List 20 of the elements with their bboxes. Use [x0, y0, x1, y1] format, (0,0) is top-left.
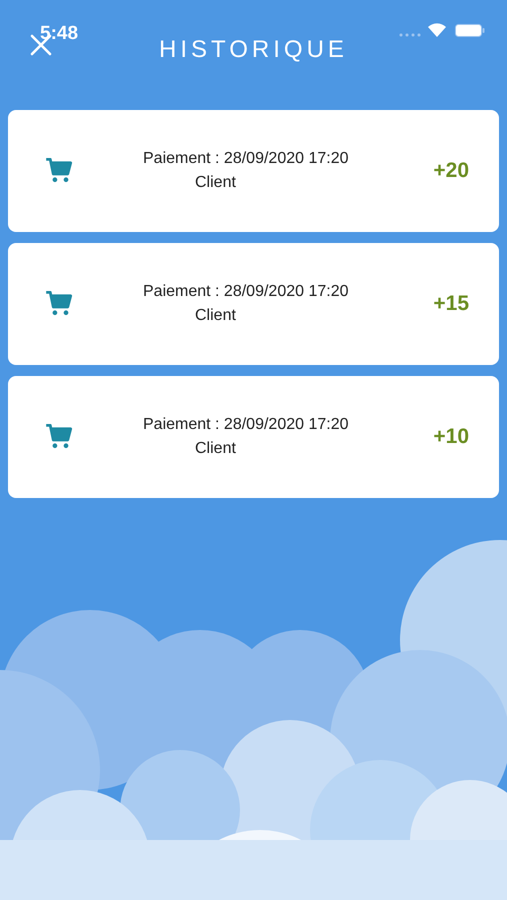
cart-icon	[45, 291, 73, 317]
transaction-amount: +10	[433, 424, 469, 450]
transaction-label: Paiement : 28/09/2020 17:20	[143, 149, 348, 169]
transaction-card[interactable]: Paiement : 28/09/2020 17:20 Client +20	[8, 110, 499, 232]
cart-icon	[45, 158, 73, 184]
client-name: Client	[194, 306, 236, 326]
transaction-label: Paiement : 28/09/2020 17:20	[143, 282, 348, 302]
transaction-amount: +15	[433, 291, 469, 318]
cart-icon	[45, 424, 73, 450]
battery-icon	[455, 24, 485, 37]
transaction-card[interactable]: Paiement : 28/09/2020 17:20 Client +15	[8, 243, 499, 365]
signal-icon	[399, 33, 423, 37]
wifi-icon	[428, 23, 446, 37]
page-title: HISTORIQUE	[159, 35, 348, 65]
transaction-amount: +20	[433, 158, 469, 184]
client-name: Client	[194, 439, 236, 459]
transaction-card[interactable]: Paiement : 28/09/2020 17:20 Client +10	[8, 376, 499, 498]
client-name: Client	[194, 173, 236, 193]
status-time: 5:48	[40, 22, 78, 46]
transaction-label: Paiement : 28/09/2020 17:20	[143, 415, 348, 435]
